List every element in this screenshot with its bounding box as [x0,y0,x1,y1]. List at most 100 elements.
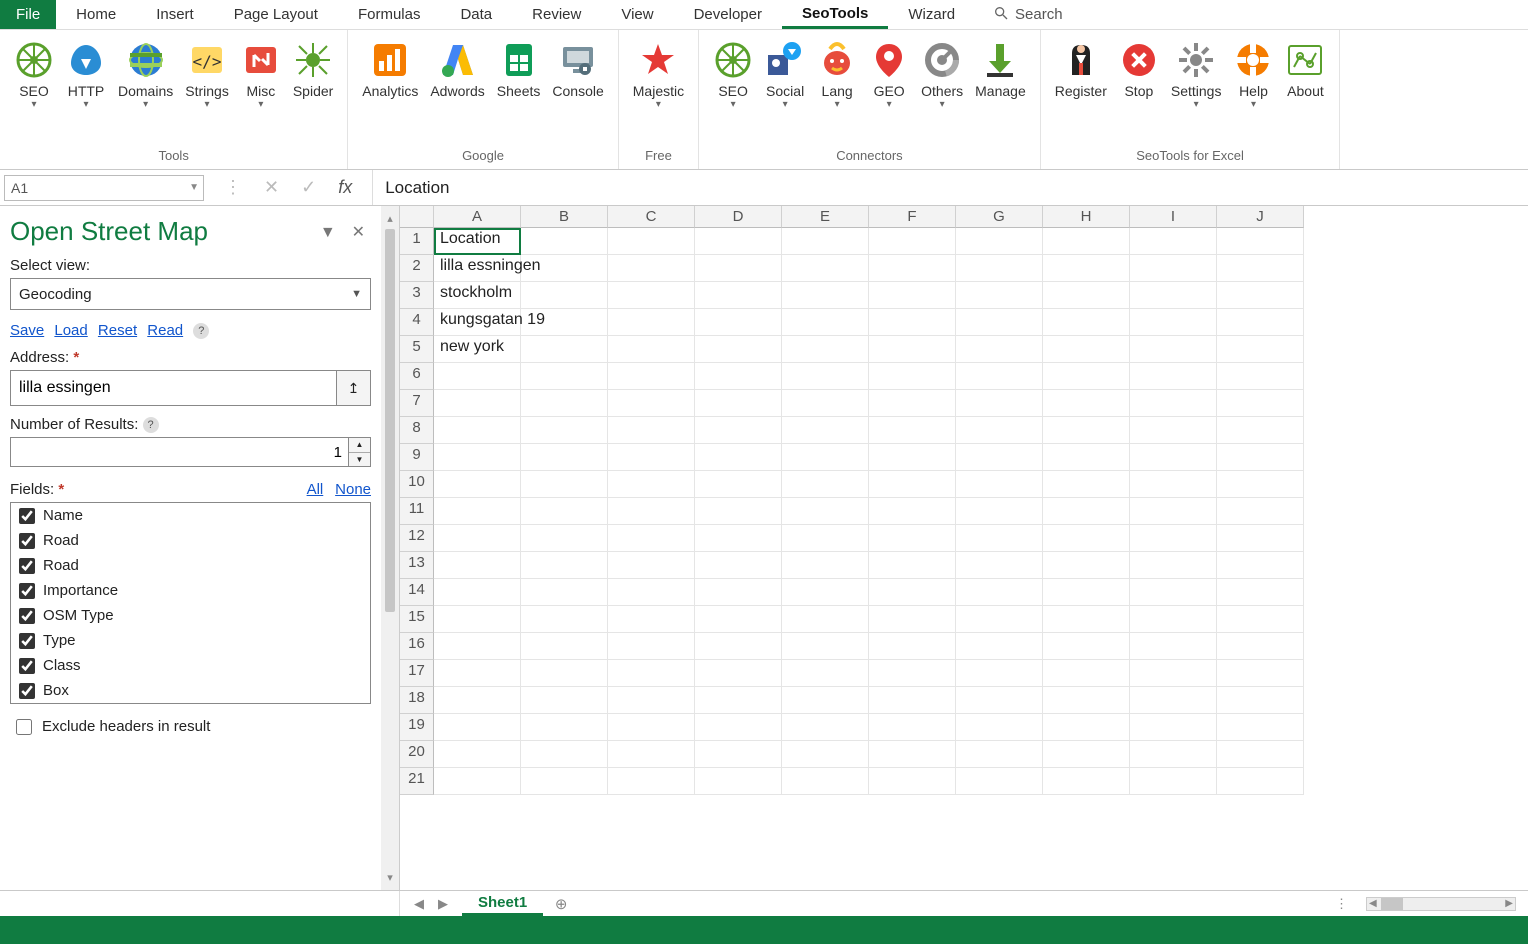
cell-H6[interactable] [1043,363,1130,390]
tab-seotools[interactable]: SeoTools [782,0,888,29]
cell-D5[interactable] [695,336,782,363]
formula-input[interactable]: Location [372,170,1528,205]
cell-J8[interactable] [1217,417,1304,444]
cell-J20[interactable] [1217,741,1304,768]
cell-G20[interactable] [956,741,1043,768]
cell-F7[interactable] [869,390,956,417]
column-header-F[interactable]: F [869,206,956,228]
tab-file[interactable]: File [0,0,56,29]
cell-E21[interactable] [782,768,869,795]
cell-B7[interactable] [521,390,608,417]
cell-D9[interactable] [695,444,782,471]
cell-A1[interactable]: Location [434,228,521,255]
cell-E10[interactable] [782,471,869,498]
ribbon-register-button[interactable]: Register [1049,36,1113,114]
cell-B3[interactable] [521,282,608,309]
cell-F15[interactable] [869,606,956,633]
row-header-15[interactable]: 15 [400,606,434,633]
cell-J1[interactable] [1217,228,1304,255]
cell-C18[interactable] [608,687,695,714]
cell-D17[interactable] [695,660,782,687]
cell-G5[interactable] [956,336,1043,363]
help-icon[interactable]: ? [193,323,209,339]
cell-D12[interactable] [695,525,782,552]
cell-E18[interactable] [782,687,869,714]
cell-A2[interactable]: lilla essningen [434,255,521,282]
column-header-B[interactable]: B [521,206,608,228]
row-header-1[interactable]: 1 [400,228,434,255]
cell-B9[interactable] [521,444,608,471]
cell-B10[interactable] [521,471,608,498]
cell-C19[interactable] [608,714,695,741]
cell-D14[interactable] [695,579,782,606]
cell-I2[interactable] [1130,255,1217,282]
ribbon-http-button[interactable]: HTTP▾ [60,36,112,114]
reset-link[interactable]: Reset [98,322,137,339]
help-icon[interactable]: ? [143,417,159,433]
row-header-4[interactable]: 4 [400,309,434,336]
cell-E8[interactable] [782,417,869,444]
select-view-dropdown[interactable]: Geocoding▼ [10,278,371,310]
cell-J18[interactable] [1217,687,1304,714]
row-header-21[interactable]: 21 [400,768,434,795]
cell-F18[interactable] [869,687,956,714]
row-header-16[interactable]: 16 [400,633,434,660]
cell-G19[interactable] [956,714,1043,741]
cell-D10[interactable] [695,471,782,498]
cell-J15[interactable] [1217,606,1304,633]
cell-B16[interactable] [521,633,608,660]
accept-icon[interactable]: ✓ [301,177,316,198]
close-icon[interactable]: ✕ [346,224,371,241]
cell-F19[interactable] [869,714,956,741]
cell-E5[interactable] [782,336,869,363]
cell-H13[interactable] [1043,552,1130,579]
cell-H11[interactable] [1043,498,1130,525]
cell-A7[interactable] [434,390,521,417]
column-header-D[interactable]: D [695,206,782,228]
cell-D1[interactable] [695,228,782,255]
row-header-20[interactable]: 20 [400,741,434,768]
ribbon-manage-button[interactable]: Manage [969,36,1032,114]
cell-G14[interactable] [956,579,1043,606]
save-link[interactable]: Save [10,322,44,339]
cell-F13[interactable] [869,552,956,579]
chevron-down-icon[interactable]: ▼ [349,453,370,467]
column-header-H[interactable]: H [1043,206,1130,228]
cell-G11[interactable] [956,498,1043,525]
ribbon-adwords-button[interactable]: Adwords [424,36,490,114]
sheet-tab-sheet1[interactable]: Sheet1 [462,891,543,916]
row-header-6[interactable]: 6 [400,363,434,390]
row-header-13[interactable]: 13 [400,552,434,579]
cell-C9[interactable] [608,444,695,471]
tab-review[interactable]: Review [512,0,601,29]
row-header-12[interactable]: 12 [400,525,434,552]
cell-F6[interactable] [869,363,956,390]
cell-E1[interactable] [782,228,869,255]
cell-J3[interactable] [1217,282,1304,309]
cell-D4[interactable] [695,309,782,336]
cell-C16[interactable] [608,633,695,660]
taskpane-menu-icon[interactable]: ▼ [314,224,342,241]
tab-data[interactable]: Data [440,0,512,29]
cell-H9[interactable] [1043,444,1130,471]
cell-H7[interactable] [1043,390,1130,417]
cell-B5[interactable] [521,336,608,363]
cell-B2[interactable] [521,255,608,282]
cell-I20[interactable] [1130,741,1217,768]
cell-C13[interactable] [608,552,695,579]
cell-J6[interactable] [1217,363,1304,390]
fields-none-link[interactable]: None [335,481,371,498]
more-icon[interactable]: ⋮ [224,177,242,198]
cell-C15[interactable] [608,606,695,633]
cell-A10[interactable] [434,471,521,498]
cell-D6[interactable] [695,363,782,390]
cell-D2[interactable] [695,255,782,282]
ribbon-stop-button[interactable]: Stop [1113,36,1165,114]
cell-B1[interactable] [521,228,608,255]
cell-E15[interactable] [782,606,869,633]
cell-A19[interactable] [434,714,521,741]
more-icon[interactable]: ⋮ [1335,896,1348,912]
range-picker-button[interactable]: ↥ [336,371,370,405]
ribbon-settings-button[interactable]: Settings▾ [1165,36,1228,114]
cell-F1[interactable] [869,228,956,255]
